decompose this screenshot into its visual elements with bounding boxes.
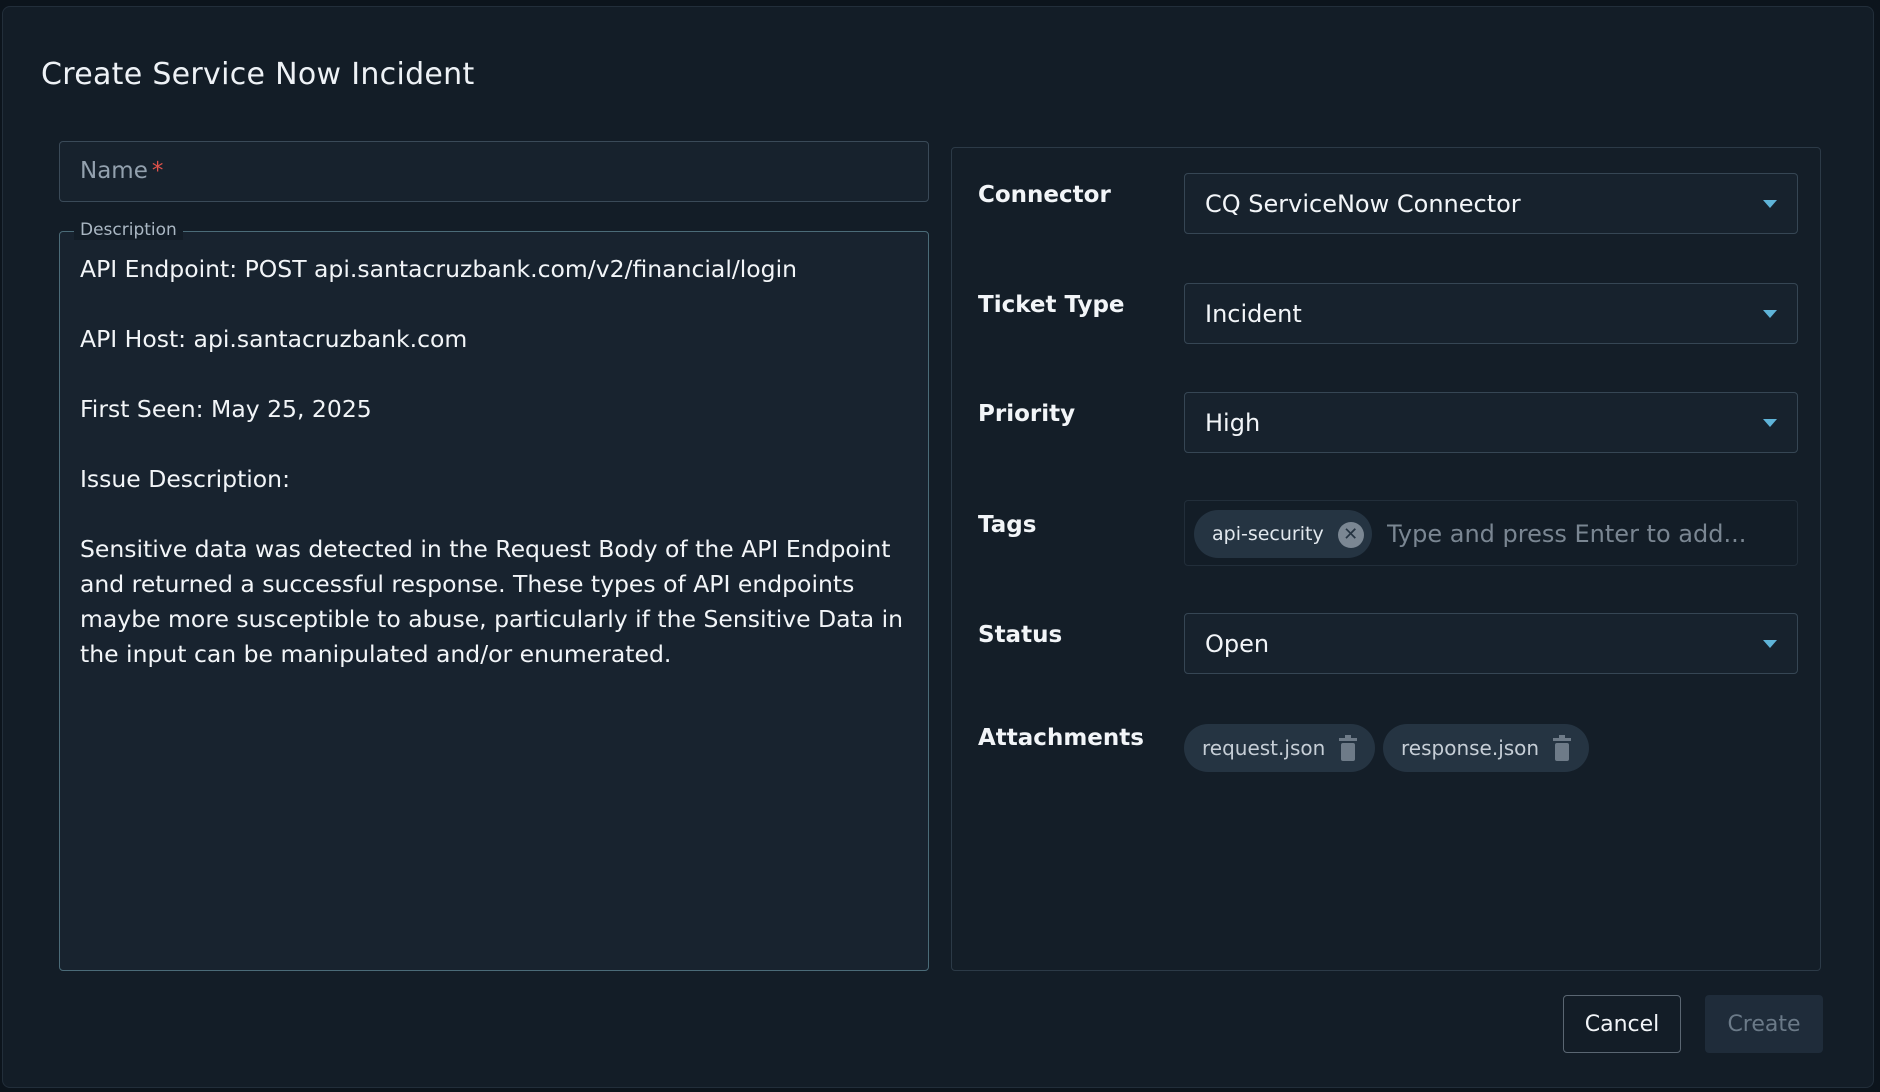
priority-label: Priority <box>978 401 1076 427</box>
close-circle-icon[interactable]: ✕ <box>1337 522 1364 548</box>
caret-down-icon <box>1763 419 1777 427</box>
connector-value: CQ ServiceNow Connector <box>1205 190 1521 218</box>
incident-settings-panel: Connector CQ ServiceNow Connector Ticket… <box>951 147 1821 971</box>
dialog-title: Create Service Now Incident <box>41 57 475 92</box>
connector-select[interactable]: CQ ServiceNow Connector <box>1184 173 1798 234</box>
description-label: Description <box>74 220 183 240</box>
status-label: Status <box>978 622 1063 648</box>
description-textarea[interactable]: Description API Endpoint: POST api.santa… <box>59 220 929 971</box>
status-value: Open <box>1205 630 1270 658</box>
caret-down-icon <box>1763 200 1777 208</box>
name-label-text: Name <box>80 158 148 184</box>
attachments-label: Attachments <box>978 725 1144 751</box>
caret-down-icon <box>1763 640 1777 648</box>
ticket-type-label: Ticket Type <box>978 292 1125 318</box>
trash-icon[interactable] <box>1553 735 1572 761</box>
name-input[interactable]: Name * <box>59 141 929 202</box>
trash-icon[interactable] <box>1339 735 1358 761</box>
cancel-button[interactable]: Cancel <box>1563 995 1681 1053</box>
tags-label: Tags <box>978 512 1037 538</box>
tags-field[interactable]: api-security ✕ <box>1184 500 1798 567</box>
connector-label: Connector <box>978 182 1111 208</box>
attachment-chip: request.json <box>1184 724 1376 772</box>
create-incident-dialog: Create Service Now Incident Name * Descri… <box>2 6 1874 1088</box>
tag-input[interactable] <box>1385 501 1789 567</box>
tag-chip-label: api-security <box>1212 523 1324 545</box>
create-button[interactable]: Create <box>1705 995 1823 1053</box>
description-text: API Endpoint: POST api.santacruzbank.com… <box>80 255 904 668</box>
status-select[interactable]: Open <box>1184 613 1798 674</box>
attachment-name: response.json <box>1401 736 1540 760</box>
priority-select[interactable]: High <box>1184 392 1798 453</box>
ticket-type-select[interactable]: Incident <box>1184 283 1798 344</box>
ticket-type-value: Incident <box>1205 300 1302 328</box>
tag-chip: api-security ✕ <box>1194 510 1372 558</box>
required-mark: * <box>151 158 164 184</box>
priority-value: High <box>1205 409 1261 437</box>
caret-down-icon <box>1763 310 1777 318</box>
name-label: Name * <box>80 158 163 184</box>
attachment-name: request.json <box>1202 736 1326 760</box>
attachment-chip: response.json <box>1383 724 1590 772</box>
